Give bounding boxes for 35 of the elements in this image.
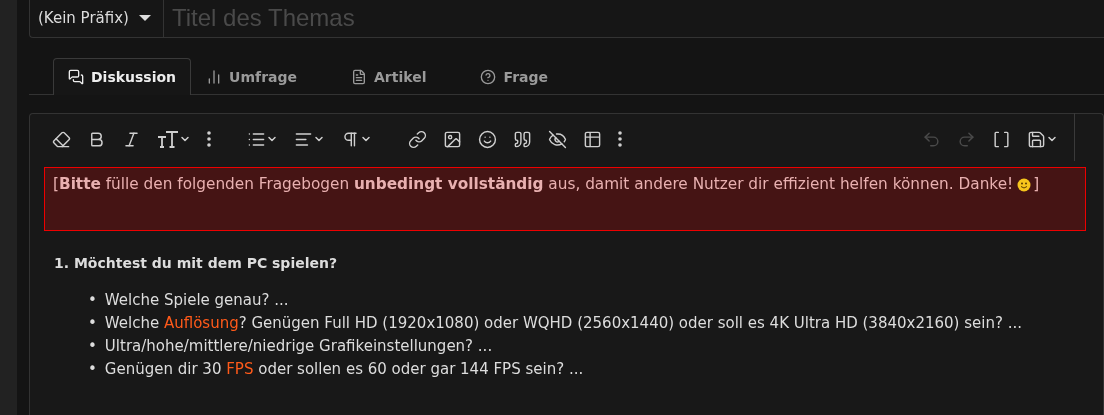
text-size-icon: [157, 129, 179, 149]
brackets-icon: [992, 129, 1011, 149]
caret-icon: [138, 15, 151, 21]
tab[interactable]: Artikel: [336, 58, 442, 95]
tab[interactable]: Diskussion: [53, 58, 192, 95]
smiley-icon: [478, 129, 497, 149]
eraser-icon: [52, 129, 71, 149]
document-icon: [351, 69, 367, 85]
image-icon: [443, 129, 462, 149]
bullet-marker: •: [88, 290, 97, 311]
question-icon: [480, 69, 497, 85]
save-icon: [1027, 129, 1046, 149]
chat-bubbles-icon: [68, 69, 84, 85]
italic-icon: [122, 129, 141, 149]
notice-text: [Bitte fülle den folgenden Fragebogen unbedingt vollständig aus, damit andere Nutzer dir effizient helfen können. Danke!: [53, 175, 1014, 193]
bullet-text: Welche Spiele genau? ...: [104, 290, 289, 311]
prefix-dropdown[interactable]: (Kein Präfix): [30, 0, 164, 37]
smiley-emoji-icon: [1017, 178, 1032, 192]
tab[interactable]: Umfrage: [191, 58, 312, 95]
bullet-marker: •: [88, 336, 97, 357]
pilcrow-icon: [341, 129, 360, 149]
more-icon: [207, 131, 211, 147]
bracket-text: ]: [1033, 175, 1040, 193]
bullet-text: Ultra/hohe/mittlere/niedrige Grafikeinstellungen? ...: [104, 336, 493, 357]
bullet-text: Welche Auflösung? Genügen Full HD (1920x1080) oder WQHD (2560x1440) oder soll es 4K Ultra HD (3840x2160) sein? ...: [104, 313, 1022, 334]
bullet-marker: •: [88, 313, 97, 334]
eye-off-icon: [548, 129, 567, 149]
quote-icon: [513, 129, 532, 149]
bullet-marker: •: [88, 359, 97, 380]
more-icon: [618, 131, 622, 147]
question-heading: 1. Möchtest du mit dem PC spielen?: [54, 255, 339, 271]
tab[interactable]: Frage: [465, 58, 564, 95]
link-icon: [408, 129, 427, 149]
table-icon: [583, 129, 602, 149]
bullet-text: Genügen dir 30 FPS oder sollen es 60 oder gar 144 FPS sein? ...: [104, 359, 584, 380]
